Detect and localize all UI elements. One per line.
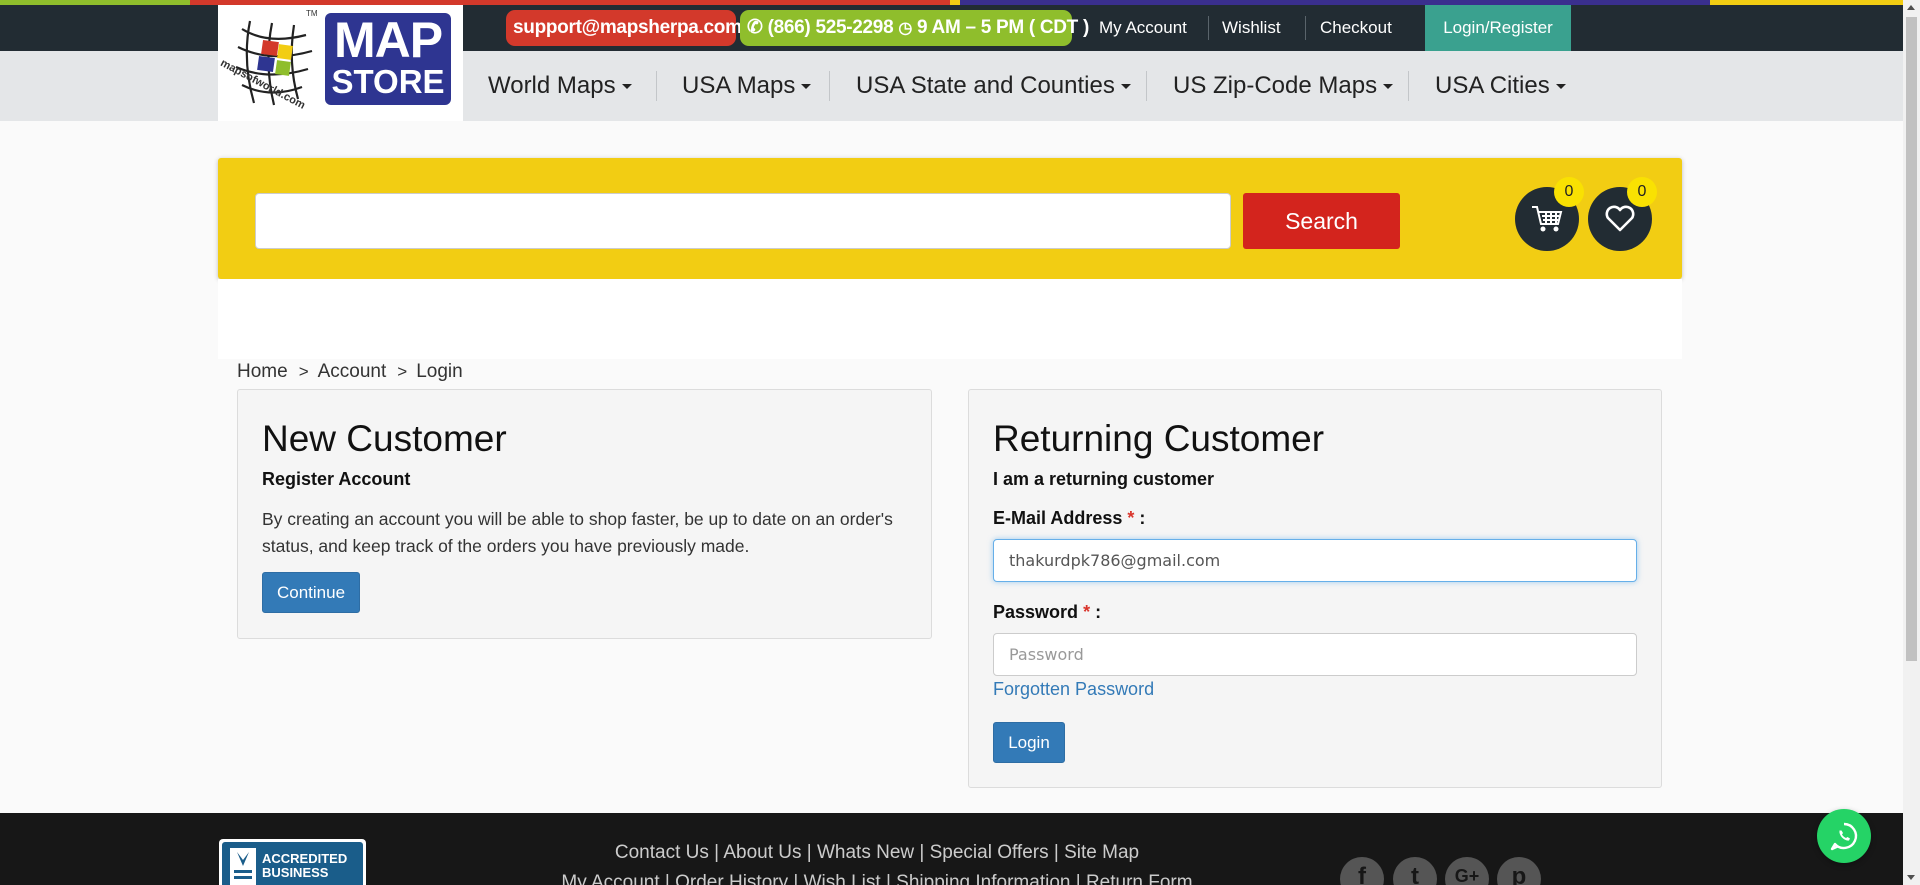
label-colon: : (1139, 508, 1146, 528)
label-colon: : (1095, 602, 1102, 622)
nav-us-zip-code-maps[interactable]: US Zip-Code Maps (1173, 51, 1394, 121)
register-description: By creating an account you will be able … (262, 509, 893, 556)
heart-icon (1605, 205, 1635, 232)
business-hours: 9 AM – 5 PM ( CDT ) (916, 17, 1089, 38)
breadcrumb-separator: > (397, 362, 408, 381)
password-label: Password * : (993, 602, 1101, 623)
breadcrumb-separator: > (298, 362, 309, 381)
whatsapp-chat-button[interactable] (1817, 809, 1871, 863)
nav-world-maps[interactable]: World Maps (488, 51, 632, 121)
footer-link-return-form[interactable]: Return Form (1086, 872, 1193, 885)
breadcrumb-home[interactable]: Home (237, 361, 288, 382)
required-mark: * (1127, 508, 1135, 528)
cart-count-badge: 0 (1554, 177, 1584, 207)
nav-usa-maps[interactable]: USA Maps (682, 51, 812, 121)
phone-number: (866) 525-2298 (767, 17, 894, 38)
forgotten-password-link[interactable]: Forgotten Password (993, 679, 1154, 700)
caret-down-icon (1120, 84, 1131, 90)
cart-icon (1532, 206, 1563, 232)
nav-label: US Zip-Code Maps (1173, 72, 1378, 99)
footer-link-shipping[interactable]: Shipping Information (896, 872, 1070, 885)
footer-links-row-1: Contact Us | About Us | Whats New | Spec… (614, 842, 1140, 863)
nav-label: USA State and Counties (856, 72, 1115, 99)
scroll-down-arrow-icon[interactable] (1907, 875, 1915, 880)
required-mark: * (1083, 602, 1091, 622)
page-scrollbar[interactable] (1903, 0, 1920, 885)
email-label: E-Mail Address * : (993, 508, 1145, 529)
search-button[interactable]: Search (1243, 193, 1400, 249)
nav-label: USA Maps (682, 72, 796, 99)
caret-down-icon (801, 84, 812, 90)
scroll-up-arrow-icon[interactable] (1907, 5, 1915, 10)
footer-link-special-offers[interactable]: Special Offers (930, 842, 1049, 863)
checkout-link[interactable]: Checkout (1320, 5, 1392, 51)
phone-icon: ✆ (747, 17, 763, 38)
support-email-link[interactable]: support@mapsherpa.com (506, 10, 742, 46)
email-field[interactable] (993, 539, 1637, 582)
footer-link-my-account[interactable]: My Account (561, 872, 659, 885)
footer-link-site-map[interactable]: Site Map (1064, 842, 1139, 863)
nav-label: USA Cities (1435, 72, 1550, 99)
logo-line-1: MAP (333, 12, 443, 68)
caret-down-icon (621, 84, 632, 90)
site-logo[interactable]: TM mapsofworld.com MAP STORE (218, 5, 463, 121)
nav-divider (829, 71, 830, 101)
caret-down-icon (1383, 84, 1394, 90)
nav-usa-state-counties[interactable]: USA State and Counties (856, 51, 1131, 121)
phone-hours-pill[interactable]: ✆ (866) 525-2298 ◷ 9 AM – 5 PM ( CDT ) (740, 10, 1089, 46)
logo-map-store: MAP STORE (325, 13, 451, 105)
breadcrumb-account[interactable]: Account (318, 361, 387, 382)
email-label-text: E-Mail Address (993, 508, 1123, 528)
returning-customer-subtitle: I am a returning customer (993, 469, 1215, 489)
returning-customer-title: Returning Customer (993, 418, 1325, 459)
top-divider (1208, 16, 1209, 40)
password-label-text: Password (993, 602, 1079, 622)
login-button[interactable]: Login (993, 722, 1065, 763)
my-account-link[interactable]: My Account (1099, 5, 1187, 51)
register-account-subtitle: Register Account (262, 469, 411, 489)
nav-label: World Maps (488, 72, 616, 99)
wishlist-link[interactable]: Wishlist (1222, 5, 1281, 51)
clock-icon: ◷ (898, 20, 912, 37)
footer-link-order-history[interactable]: Order History (675, 872, 788, 885)
login-register-button[interactable]: Login/Register (1425, 5, 1571, 51)
logo-line-2: STORE (331, 63, 445, 100)
breadcrumb: Home > Account > Login (237, 361, 463, 383)
footer-link-contact[interactable]: Contact Us (615, 842, 709, 863)
nav-usa-cities[interactable]: USA Cities (1435, 51, 1566, 121)
nav-divider (1146, 71, 1147, 101)
top-divider (1305, 16, 1306, 40)
trademark-mark: TM (306, 9, 318, 18)
content-spacer (218, 279, 1682, 359)
footer-link-about[interactable]: About Us (723, 842, 801, 863)
nav-divider (656, 71, 657, 101)
wishlist-count-badge: 0 (1627, 177, 1657, 207)
scrollbar-thumb[interactable] (1906, 17, 1917, 661)
caret-down-icon (1555, 84, 1566, 90)
nav-divider (1408, 71, 1409, 101)
whatsapp-icon (1830, 822, 1858, 851)
search-input[interactable] (255, 193, 1231, 249)
password-field[interactable] (993, 633, 1637, 676)
breadcrumb-login[interactable]: Login (416, 361, 463, 382)
new-customer-title: New Customer (262, 418, 507, 459)
footer-link-whats-new[interactable]: Whats New (817, 842, 914, 863)
footer-links-row-2: My Account | Order History | Wish List |… (0, 872, 1837, 885)
footer-link-wish-list[interactable]: Wish List (804, 872, 881, 885)
continue-button[interactable]: Continue (262, 572, 360, 613)
